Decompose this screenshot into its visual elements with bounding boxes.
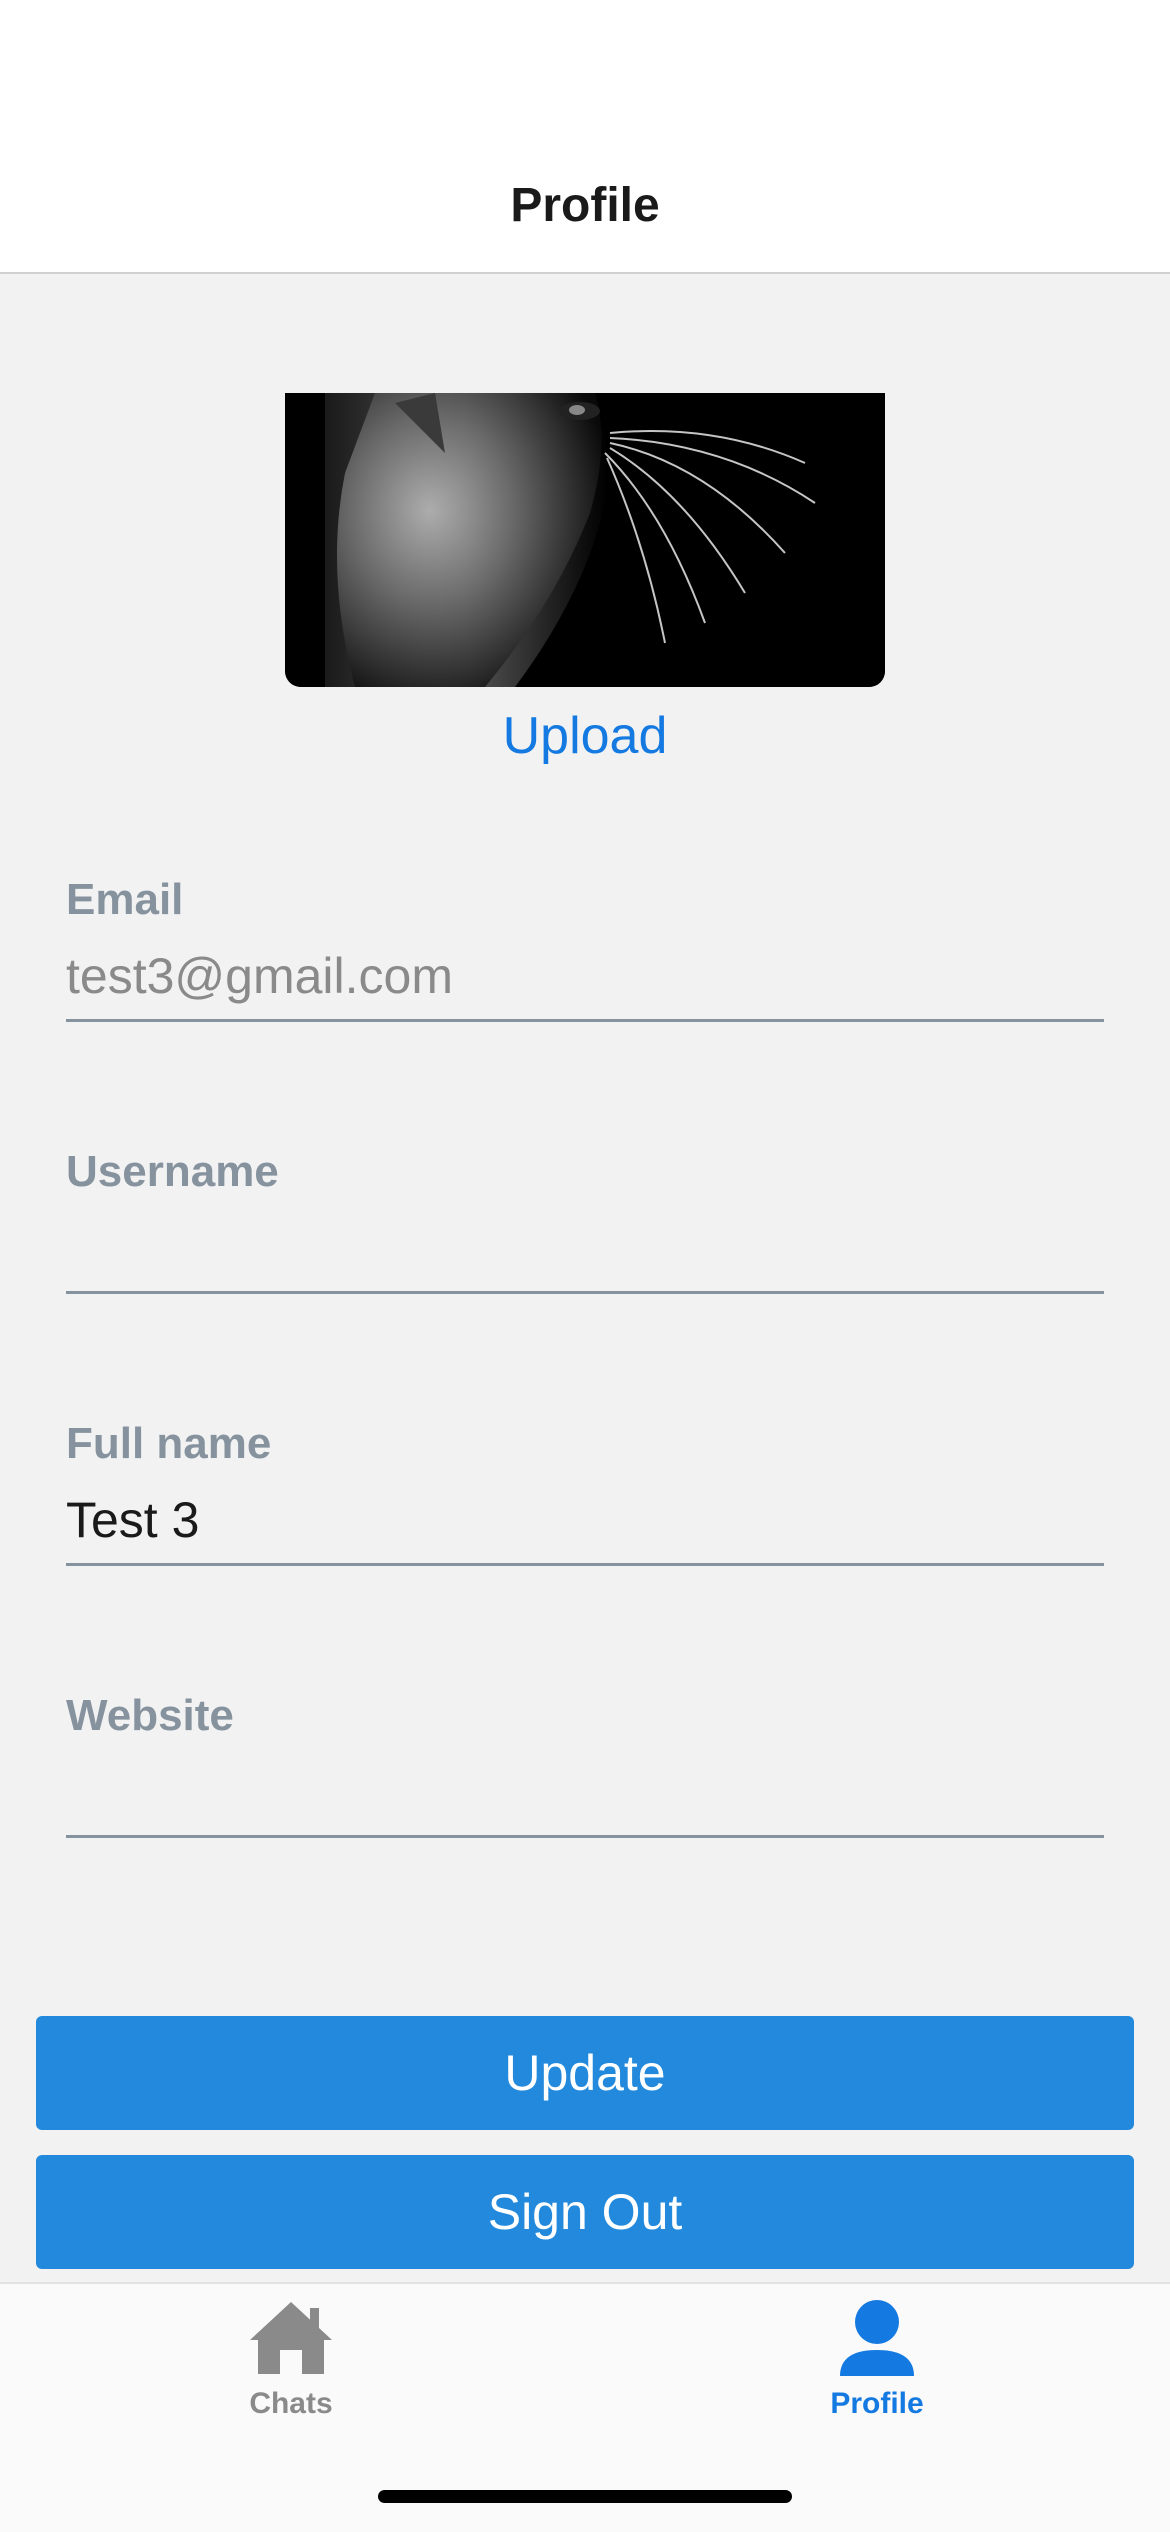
website-input[interactable]: [66, 1766, 1104, 1838]
email-field: Email: [66, 870, 1104, 1022]
tab-chats[interactable]: Chats: [141, 2298, 441, 2448]
website-label: Website: [66, 1691, 234, 1740]
email-input[interactable]: [66, 950, 1104, 1022]
tab-chats-label: Chats: [249, 2387, 333, 2420]
sign-out-button[interactable]: Sign Out: [36, 2155, 1134, 2269]
website-field: Website: [66, 1686, 1104, 1838]
home-indicator: [378, 2490, 792, 2503]
full-name-field: Full name: [66, 1414, 1104, 1566]
avatar[interactable]: [285, 393, 885, 687]
username-field: Username: [66, 1142, 1104, 1294]
tab-profile[interactable]: Profile: [727, 2298, 1027, 2448]
full-name-input[interactable]: [66, 1494, 1104, 1566]
full-name-label: Full name: [66, 1419, 272, 1468]
username-input[interactable]: [66, 1222, 1104, 1294]
email-label: Email: [66, 875, 184, 924]
username-label: Username: [66, 1147, 279, 1196]
cat-photo-image: [285, 393, 885, 687]
tab-profile-label: Profile: [830, 2387, 924, 2420]
upload-button[interactable]: Upload: [0, 706, 1170, 766]
home-icon: [250, 2302, 332, 2374]
update-button[interactable]: Update: [36, 2016, 1134, 2130]
person-icon: [840, 2300, 914, 2376]
header: Profile: [0, 0, 1170, 274]
page-title: Profile: [510, 179, 660, 232]
